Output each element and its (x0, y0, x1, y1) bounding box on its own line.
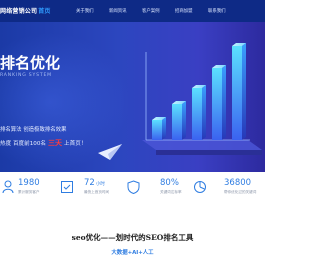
stat-fastest-value: 72 (84, 178, 95, 188)
logo-accent: 首页 (38, 8, 51, 15)
chart-bar-4 (212, 65, 226, 140)
chart-icon (194, 181, 206, 193)
chart-platform-edge (156, 150, 262, 155)
logo-text: 网络营销公司 (0, 8, 38, 15)
nav-news[interactable]: 新闻资讯 (109, 8, 127, 14)
hero-tagline: 排名算法 创造极致排名效果 (0, 127, 67, 133)
chart-platform (142, 140, 262, 150)
hero-promo: 热度 百度前100名 三天 上首页！ (0, 138, 86, 148)
hero-promo-highlight: 三天 (48, 139, 63, 147)
hero-promo-after: 上首页！ (64, 141, 87, 147)
paper-plane-icon (98, 144, 122, 160)
chart-bar-2 (172, 101, 186, 140)
stat-keywords: 36800 帮你优化过的关键词 (224, 178, 256, 195)
stat-fastest-label: 最快上首页时间 (84, 190, 110, 194)
chart-bar-1 (152, 117, 166, 140)
nav-contact[interactable]: 联系我们 (208, 8, 226, 14)
stat-customers-label: 累计服务客户 (18, 190, 40, 194)
package-icon (61, 181, 73, 193)
stat-keywords-value: 36800 (224, 178, 252, 188)
stat-rate-value: 80% (160, 178, 179, 188)
hero-subtitle: RANKING SYSTEM (0, 73, 52, 78)
section-title: seo优化——划时代的SEO排名工具 (71, 233, 194, 242)
bar-chart-illustration (142, 43, 262, 155)
stat-rate: 80% 关键词达标率 (160, 178, 182, 195)
shield-icon (127, 180, 140, 194)
stat-fastest: 72小时 最快上首页时间 (84, 178, 109, 195)
chart-bar-3 (192, 85, 206, 140)
site-logo[interactable]: 网络营销公司首页 (0, 6, 51, 15)
hero-banner: 排名优化 RANKING SYSTEM 排名算法 创造极致排名效果 热度 百度前… (0, 22, 265, 172)
section-subtitle: 大数据+AI+人工 (111, 250, 154, 256)
stat-rate-label: 关键词达标率 (160, 190, 182, 194)
nav-franchise[interactable]: 招商加盟 (175, 8, 193, 14)
user-icon (2, 180, 14, 194)
stat-fastest-unit: 小时 (95, 182, 105, 187)
site-header: 网络营销公司首页 关于我们 新闻资讯 客户案例 招商加盟 联系我们 (0, 0, 265, 22)
nav-cases[interactable]: 客户案例 (142, 8, 160, 14)
hero-title: 排名优化 (0, 54, 61, 72)
chart-bar-5 (232, 43, 246, 140)
stat-customers: 1980 累计服务客户 (18, 178, 41, 195)
nav-about[interactable]: 关于我们 (76, 8, 94, 14)
hero-promo-before: 热度 百度前100名 (0, 141, 47, 147)
stat-customers-value: 1980 (18, 178, 40, 188)
stat-keywords-label: 帮你优化过的关键词 (224, 190, 257, 194)
stats-bar: 1980 累计服务客户 72小时 最快上首页时间 80% 关键词达标率 3680… (0, 172, 265, 206)
